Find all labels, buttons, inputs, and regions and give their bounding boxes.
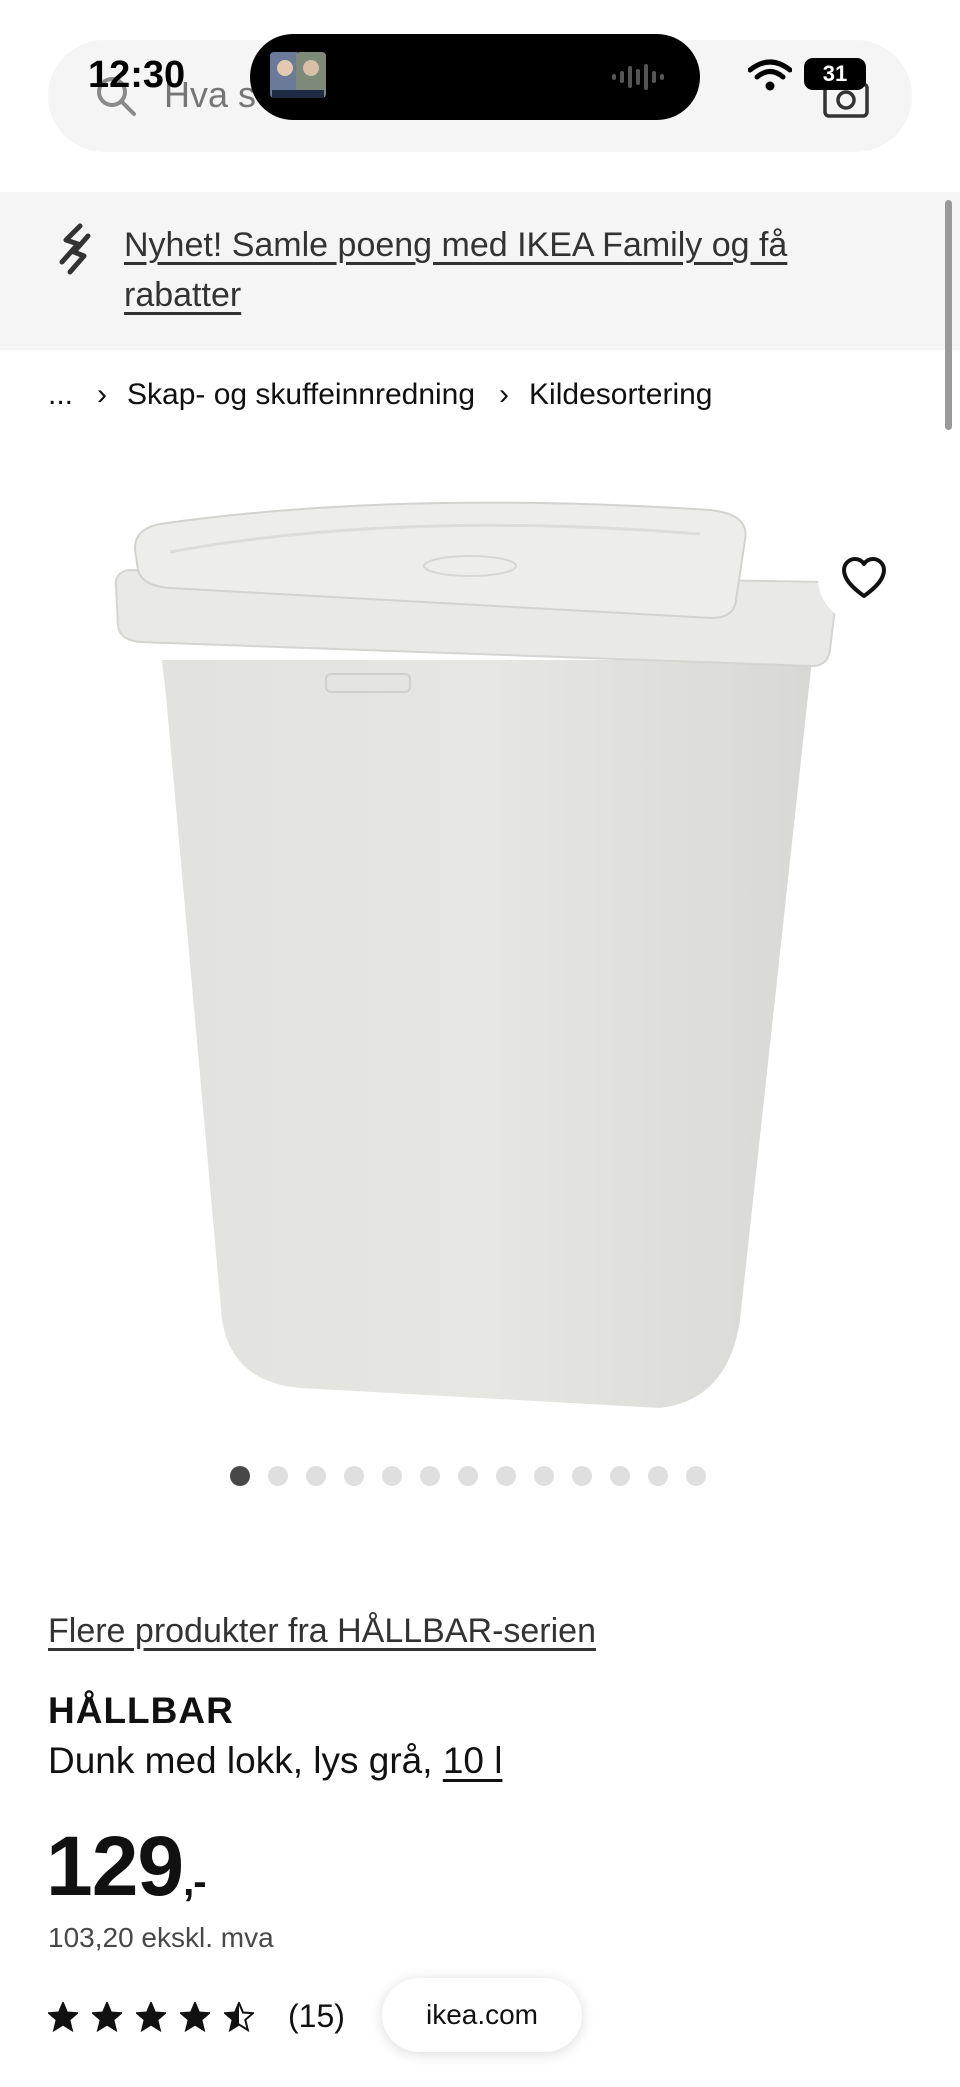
carousel-dot[interactable] bbox=[458, 1466, 478, 1486]
carousel-dot[interactable] bbox=[496, 1466, 516, 1486]
heart-icon bbox=[842, 557, 886, 598]
scroll-indicator[interactable] bbox=[945, 200, 952, 430]
star-full-icon bbox=[48, 2001, 78, 2032]
product-image[interactable] bbox=[100, 470, 860, 1430]
product-description: Dunk med lokk, lys grå, 10 l bbox=[48, 1740, 502, 1782]
carousel-dot[interactable] bbox=[648, 1466, 668, 1486]
carousel-dot[interactable] bbox=[534, 1466, 554, 1486]
carousel-dot[interactable] bbox=[382, 1466, 402, 1486]
product-name: HÅLLBAR bbox=[48, 1690, 234, 1731]
price-value: 129 bbox=[46, 1819, 184, 1913]
carousel-dot[interactable] bbox=[572, 1466, 592, 1486]
carousel-pagination bbox=[230, 1466, 706, 1486]
carousel-dot[interactable] bbox=[686, 1466, 706, 1486]
breadcrumb: ... › Skap- og skuffeinnredning › Kildes… bbox=[48, 378, 712, 412]
carousel-dot[interactable] bbox=[610, 1466, 630, 1486]
carousel-dot[interactable] bbox=[268, 1466, 288, 1486]
dynamic-island[interactable] bbox=[250, 34, 700, 120]
series-link[interactable]: Flere produkter fra HÅLLBAR-serien bbox=[48, 1612, 596, 1651]
price-suffix: ,- bbox=[183, 1860, 206, 1904]
carousel-dot[interactable] bbox=[344, 1466, 364, 1486]
favourite-button[interactable] bbox=[818, 532, 910, 624]
status-time: 12:30 bbox=[88, 54, 186, 96]
star-full-icon bbox=[180, 2001, 210, 2032]
promo-link[interactable]: Nyhet! Samle poeng med IKEA Family og få… bbox=[124, 220, 844, 320]
star-full-icon bbox=[92, 2001, 122, 2032]
battery-indicator: 31 bbox=[804, 58, 866, 90]
price-ex-vat: 103,20 ekskl. mva bbox=[48, 1922, 274, 1953]
breadcrumb-item-cabinets[interactable]: Skap- og skuffeinnredning bbox=[127, 378, 475, 412]
review-count[interactable]: (15) bbox=[288, 1998, 345, 2035]
star-half-icon bbox=[224, 2001, 254, 2032]
rating[interactable]: (15) bbox=[48, 1998, 345, 2035]
live-activity-thumbnail bbox=[270, 52, 326, 98]
rating-stars bbox=[48, 2001, 254, 2032]
breadcrumb-item-recycling[interactable]: Kildesortering bbox=[529, 378, 712, 412]
price: 129,- bbox=[46, 1818, 207, 1915]
carousel-dot[interactable] bbox=[230, 1466, 250, 1486]
carousel-dot[interactable] bbox=[306, 1466, 326, 1486]
star-full-icon bbox=[136, 2001, 166, 2032]
breadcrumb-ellipsis[interactable]: ... bbox=[48, 378, 73, 412]
size-link[interactable]: 10 l bbox=[443, 1740, 503, 1781]
wifi-icon bbox=[748, 59, 792, 91]
chevron-right-icon: › bbox=[97, 378, 108, 411]
browser-url-pill[interactable]: ikea.com bbox=[382, 1978, 582, 2052]
chevron-right-icon: › bbox=[499, 378, 510, 411]
family-link-icon bbox=[59, 223, 91, 275]
carousel-dot[interactable] bbox=[420, 1466, 440, 1486]
product-description-text: Dunk med lokk, lys grå, bbox=[48, 1740, 433, 1781]
audio-wave-icon bbox=[612, 64, 664, 90]
